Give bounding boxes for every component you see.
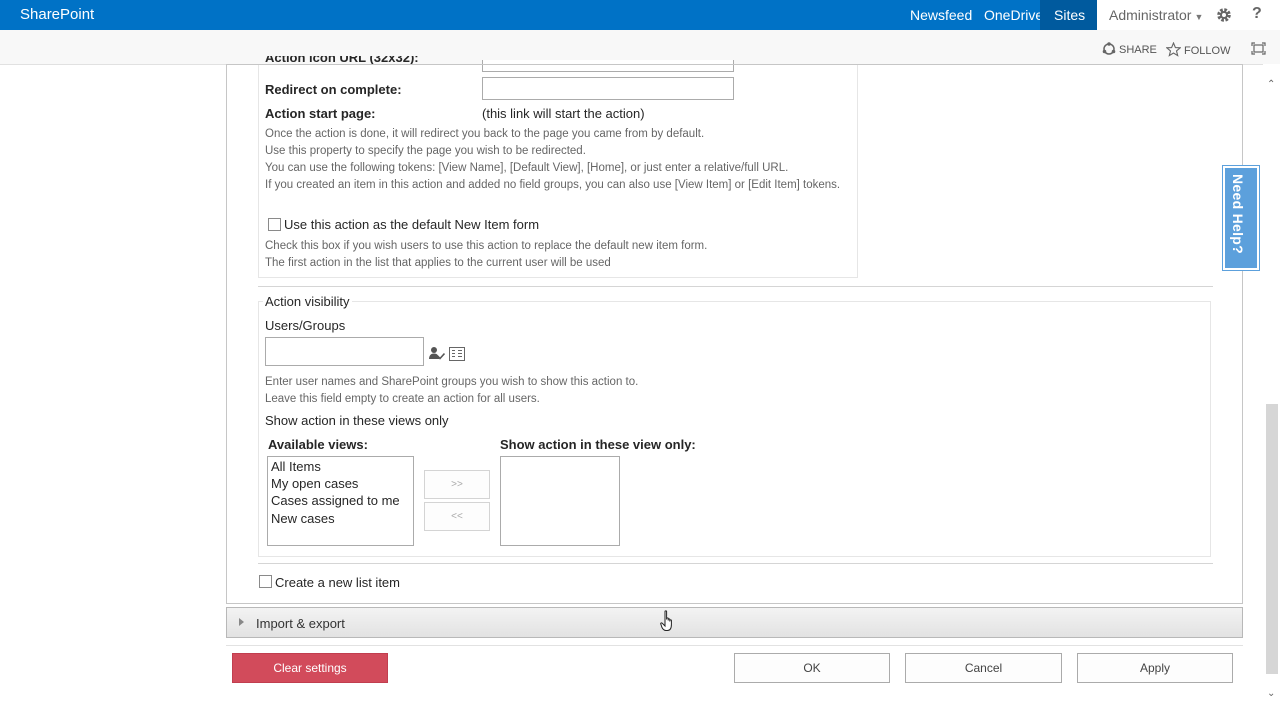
chevron-right-icon [239, 618, 244, 626]
visibility-legend: Action visibility [263, 294, 352, 309]
nav-sites[interactable]: Sites [1040, 0, 1097, 30]
default-form-label[interactable]: Use this action as the default New Item … [284, 217, 539, 232]
import-export-section[interactable]: Import & export [226, 607, 1243, 638]
remove-view-button[interactable]: << [424, 502, 490, 531]
users-groups-input[interactable] [265, 337, 424, 366]
start-page-label: Action start page: [265, 106, 376, 121]
nav-newsfeed[interactable]: Newsfeed [910, 0, 972, 30]
help-icon[interactable]: ? [1252, 5, 1262, 23]
cancel-button[interactable]: Cancel [905, 653, 1062, 683]
share-label: SHARE [1119, 44, 1157, 56]
redirect-input[interactable] [482, 77, 734, 100]
selected-views-header: Show action in these view only: [500, 437, 696, 452]
clear-settings-button[interactable]: Clear settings [232, 653, 388, 683]
default-form-checkbox[interactable] [268, 218, 281, 231]
default-form-help-2: The first action in the list that applie… [265, 257, 611, 269]
follow-label: FOLLOW [1184, 45, 1231, 57]
suite-bar: SharePoint Newsfeed OneDrive Sites Admin… [0, 0, 1280, 30]
import-export-title: Import & export [256, 616, 345, 631]
share-button[interactable]: SHARE [1102, 42, 1157, 56]
ok-button[interactable]: OK [734, 653, 890, 683]
redirect-help-3: You can use the following tokens: [View … [265, 162, 789, 174]
browse-directory-icon[interactable] [449, 347, 465, 361]
divider [226, 645, 1243, 646]
user-area: Administrator ▼ ? [1097, 0, 1280, 30]
focus-content-icon[interactable] [1251, 42, 1266, 55]
list-item[interactable]: My open cases [271, 476, 358, 491]
users-groups-label: Users/Groups [265, 318, 346, 333]
redirect-help-2: Use this property to specify the page yo… [265, 145, 586, 157]
create-item-checkbox[interactable] [259, 575, 272, 588]
check-names-icon[interactable] [429, 346, 445, 361]
divider [258, 563, 1213, 564]
redirect-label: Redirect on complete: [265, 82, 402, 97]
redirect-help-1: Once the action is done, it will redirec… [265, 128, 705, 140]
default-form-help-1: Check this box if you wish users to use … [265, 240, 708, 252]
list-item[interactable]: All Items [271, 459, 321, 474]
available-views-header: Available views: [268, 437, 368, 452]
nav-onedrive[interactable]: OneDrive [984, 0, 1043, 30]
list-item[interactable]: New cases [271, 511, 335, 526]
gear-icon[interactable] [1215, 6, 1233, 24]
selected-views-list[interactable] [500, 456, 620, 546]
user-name: Administrator [1109, 7, 1192, 23]
page-scrollbar[interactable]: ⌃ ⌄ [1263, 64, 1280, 720]
scroll-edge [226, 64, 1243, 65]
views-label: Show action in these views only [265, 413, 449, 428]
apply-button[interactable]: Apply [1077, 653, 1233, 683]
chevron-down-icon: ▼ [1194, 12, 1204, 22]
divider [258, 286, 1213, 287]
need-help-label: Need Help? [1230, 174, 1246, 255]
icon-url-input[interactable] [482, 60, 734, 72]
need-help-tab[interactable]: Need Help? [1223, 166, 1259, 270]
available-views-list[interactable]: All Items My open cases Cases assigned t… [267, 456, 414, 546]
add-view-button[interactable]: >> [424, 470, 490, 499]
brand-title[interactable]: SharePoint [20, 6, 94, 23]
scroll-up-icon[interactable]: ⌃ [1267, 79, 1275, 90]
scroll-thumb[interactable] [1266, 404, 1278, 674]
hand-cursor-icon [660, 610, 672, 631]
start-page-link[interactable]: (this link will start the action) [482, 106, 645, 121]
redirect-help-4: If you created an item in this action an… [265, 179, 841, 191]
users-help-1: Enter user names and SharePoint groups y… [265, 376, 639, 388]
star-icon [1165, 41, 1182, 57]
users-help-2: Leave this field empty to create an acti… [265, 393, 540, 405]
create-item-label[interactable]: Create a new list item [275, 575, 400, 590]
follow-button[interactable]: FOLLOW [1165, 41, 1231, 57]
user-menu[interactable]: Administrator ▼ [1109, 0, 1203, 32]
list-item[interactable]: Cases assigned to me [271, 493, 400, 508]
share-icon [1102, 42, 1116, 55]
scroll-down-icon[interactable]: ⌄ [1267, 688, 1275, 699]
